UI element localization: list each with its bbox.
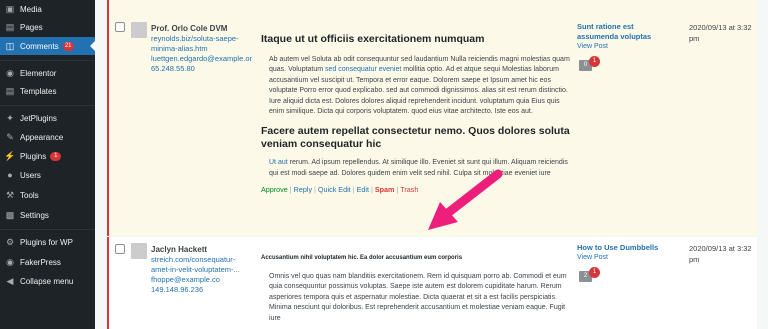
- menu-templates[interactable]: ▤ Templates: [0, 82, 95, 100]
- menu-tools[interactable]: ⚒ Tools: [0, 186, 95, 204]
- trash-link[interactable]: Trash: [400, 185, 418, 194]
- post-title-link[interactable]: Sunt ratione est assumenda voluptas: [577, 22, 677, 42]
- view-post-link[interactable]: View Post: [577, 42, 677, 52]
- author-url[interactable]: streich.com/consequatur-amet-in-velit-vo…: [151, 255, 251, 275]
- pages-icon: ▤: [5, 21, 15, 32]
- author-email[interactable]: luettgen.edgardo@example.or: [151, 54, 252, 64]
- menu-collapse[interactable]: ◀ Collapse menu: [0, 272, 95, 290]
- plugins-update-badge: 1: [50, 151, 62, 161]
- comments-count-badge: 21: [62, 41, 74, 51]
- author-name: Prof. Orlo Cole DVM: [151, 24, 228, 33]
- author-ip[interactable]: 149.148.96.236: [151, 285, 251, 295]
- settings-icon: ▩: [5, 209, 15, 220]
- comment-date[interactable]: 2020/09/13 at 3:32 pm: [689, 22, 757, 44]
- menu-users[interactable]: ● Users: [0, 166, 95, 184]
- menu-label: FakerPress: [20, 257, 61, 267]
- comment-paragraph: Omnis vel quo quas nam blanditiis exerci…: [269, 273, 567, 322]
- paragraph-link[interactable]: sed consequatur eveniet: [325, 66, 401, 73]
- row-checkbox[interactable]: [115, 22, 125, 32]
- row-actions: Approve | Reply | Quick Edit | Edit | Spam | Trash: [261, 185, 419, 195]
- menu-label: Tools: [20, 190, 39, 200]
- menu-plugins-for-wp[interactable]: ⚙ Plugins for WP: [0, 233, 95, 251]
- paragraph-text: rerum. Ad ipsum repellendus. At similiqu…: [269, 159, 568, 177]
- in-response-to: How to Use Dumbbells View Post 2 1: [577, 243, 677, 282]
- menu-appearance[interactable]: ✎ Appearance: [0, 128, 95, 146]
- avatar: [131, 243, 147, 259]
- menu-settings[interactable]: ▩ Settings: [0, 206, 95, 224]
- menu-label: Pages: [20, 22, 43, 32]
- author-email[interactable]: fhoppe@example.co: [151, 275, 251, 285]
- admin-sidebar: ▣ Media ▤ Pages ◫ Comments 21 ◉ Elemento…: [0, 0, 95, 329]
- media-icon: ▣: [5, 3, 15, 14]
- menu-label: Templates: [20, 86, 57, 96]
- tools-icon: ⚒: [5, 189, 15, 200]
- fakerpress-icon: ◉: [6, 256, 14, 267]
- menu-separator: [0, 229, 95, 230]
- menu-label: Appearance: [20, 132, 64, 142]
- templates-icon: ▤: [5, 85, 15, 96]
- comment-row: Jaclyn Hackett streich.com/consequatur-a…: [107, 237, 757, 329]
- users-icon: ●: [7, 170, 13, 180]
- plugins-for-wp-icon: ⚙: [5, 236, 15, 247]
- reply-link[interactable]: Reply: [294, 185, 312, 194]
- comment-heading: Facere autem repellat consectetur nemo. …: [261, 125, 570, 151]
- author-url[interactable]: reynolds.biz/soluta-saepe-minima-alias.h…: [151, 34, 251, 54]
- jetplugins-icon: ✦: [6, 112, 14, 123]
- menu-label: JetPlugins: [20, 113, 57, 123]
- paragraph-link[interactable]: Ut aut: [269, 159, 288, 166]
- menu-separator: [0, 105, 95, 106]
- author-name: Jaclyn Hackett: [151, 245, 208, 254]
- menu-fakerpress[interactable]: ◉ FakerPress: [0, 253, 95, 271]
- menu-pages[interactable]: ▤ Pages: [0, 18, 95, 36]
- pending-count-badge: 1: [589, 267, 600, 278]
- comment-paragraph: Ut aut rerum. Ad ipsum repellendus. At s…: [261, 158, 571, 179]
- paragraph-text: mollitia optio. Ad et atque sequi Molest…: [269, 66, 568, 116]
- menu-label: Plugins for WP: [20, 237, 73, 247]
- post-title-link[interactable]: How to Use Dumbbells: [577, 243, 677, 253]
- author-ip[interactable]: 65.248.55.80: [151, 64, 251, 74]
- plugins-icon: ⚡: [4, 150, 16, 161]
- menu-label: Comments: [20, 41, 59, 51]
- menu-label: Collapse menu: [20, 276, 74, 286]
- menu-label: Elementor: [20, 68, 57, 78]
- menu-label: Users: [20, 170, 41, 180]
- spam-link[interactable]: Spam: [375, 185, 395, 194]
- quick-edit-link[interactable]: Quick Edit: [318, 185, 351, 194]
- comment-heading: Accusantium nihil voluptatem hic. Ea dol…: [261, 255, 463, 261]
- menu-elementor[interactable]: ◉ Elementor: [0, 64, 95, 82]
- view-post-link[interactable]: View Post: [577, 253, 677, 263]
- menu-media[interactable]: ▣ Media: [0, 0, 95, 18]
- menu-label: Settings: [20, 210, 49, 220]
- comments-icon: ◫: [5, 40, 15, 51]
- menu-label: Plugins: [20, 151, 47, 161]
- in-response-to: Sunt ratione est assumenda voluptas View…: [577, 22, 677, 71]
- comment-row: Prof. Orlo Cole DVM reynolds.biz/soluta-…: [107, 0, 757, 236]
- menu-jetplugins[interactable]: ✦ JetPlugins: [0, 109, 95, 127]
- comment-content: Itaque ut ut officiis exercitationem num…: [261, 33, 571, 194]
- approve-link[interactable]: Approve: [261, 185, 288, 194]
- collapse-icon: ◀: [6, 275, 14, 286]
- menu-separator: [0, 60, 95, 61]
- comment-content: Accusantium nihil voluptatem hic. Ea dol…: [261, 254, 571, 324]
- menu-comments[interactable]: ◫ Comments 21: [0, 37, 95, 55]
- comments-list: Prof. Orlo Cole DVM reynolds.biz/soluta-…: [95, 0, 768, 329]
- menu-plugins[interactable]: ⚡ Plugins 1: [0, 147, 95, 165]
- avatar: [131, 22, 147, 38]
- edit-link[interactable]: Edit: [357, 185, 369, 194]
- menu-label: Media: [20, 4, 42, 14]
- row-checkbox[interactable]: [115, 244, 125, 254]
- comment-paragraph: Ab autem vel Soluta ab odit consequuntur…: [261, 55, 571, 117]
- pending-count-badge: 1: [589, 56, 600, 67]
- comment-date[interactable]: 2020/09/13 at 3:32 pm: [689, 243, 757, 265]
- appearance-icon: ✎: [6, 131, 14, 142]
- comment-heading: Itaque ut ut officiis exercitationem num…: [261, 33, 485, 45]
- elementor-icon: ◉: [6, 67, 14, 78]
